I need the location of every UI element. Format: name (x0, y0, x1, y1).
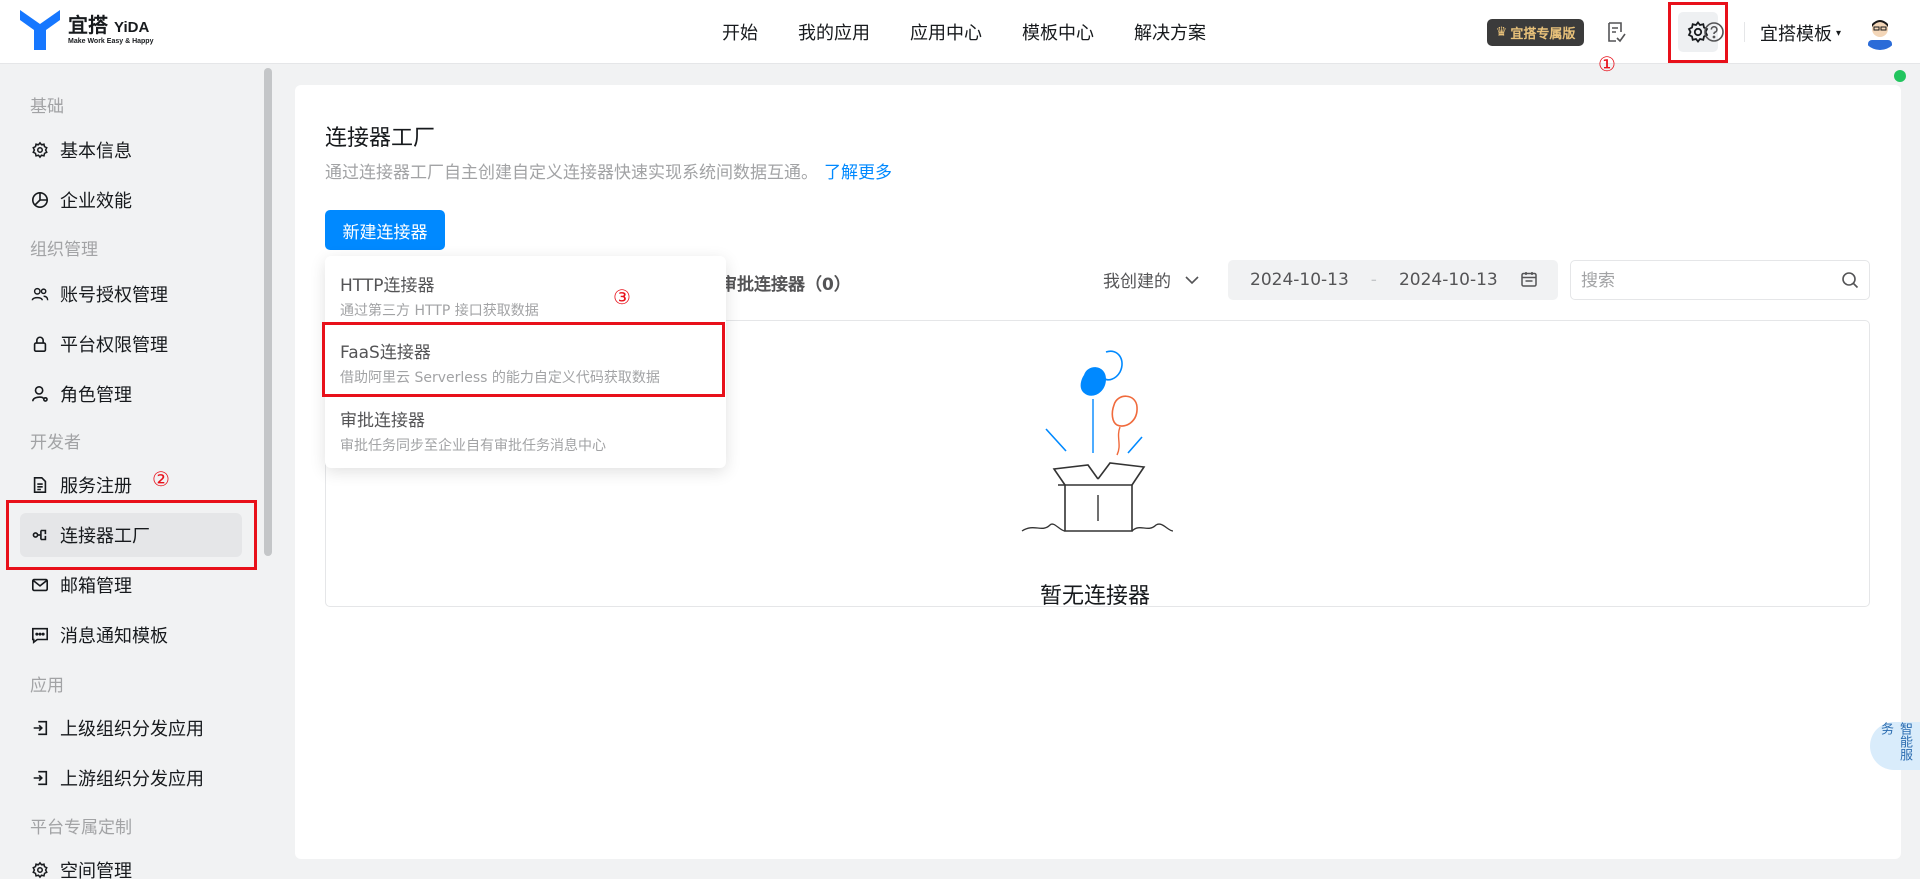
date-end[interactable]: 2024-10-13 (1399, 270, 1498, 290)
empty-state-text: 暂无连接器 (1040, 584, 1151, 609)
sidebar-group-apps: 应用 (30, 676, 64, 696)
sidebar-item-mailbox[interactable]: 邮箱管理 (20, 563, 242, 607)
logo-title-en: YiDA (114, 19, 150, 36)
annotation-3: ③ (613, 285, 631, 309)
dropdown-item-approval[interactable]: 审批连接器 审批任务同步至企业自有审批任务消息中心 (340, 406, 710, 455)
logo-title: 宜搭 (68, 13, 108, 37)
user-role-icon (30, 384, 50, 404)
page-description: 通过连接器工厂自主创建自定义连接器快速实现系统间数据互通。 了解更多 (325, 158, 892, 183)
template-menu-label: 宜搭模板 (1760, 24, 1832, 45)
enter-icon (30, 718, 50, 738)
users-icon (30, 284, 50, 304)
enter-icon (30, 768, 50, 788)
lock-icon (30, 334, 50, 354)
search-box (1570, 260, 1870, 300)
sidebar-item-account-auth[interactable]: 账号授权管理 (20, 272, 242, 316)
smart-service-button[interactable]: 智能服务 (1870, 722, 1920, 770)
top-nav: 开始 我的应用 应用中心 模板中心 解决方案 (722, 0, 1246, 64)
dropdown-item-http[interactable]: HTTP连接器 通过第三方 HTTP 接口获取数据 (340, 271, 710, 320)
sidebar-scrollbar[interactable] (264, 68, 272, 556)
sidebar-item-upstream-org-apps[interactable]: 上游组织分发应用 (20, 756, 242, 800)
sidebar-item-label: 角色管理 (60, 385, 132, 406)
sidebar-item-platform-permissions[interactable]: 平台权限管理 (20, 322, 242, 366)
sidebar-item-parent-org-apps[interactable]: 上级组织分发应用 (20, 706, 242, 750)
sidebar-item-space-management[interactable]: 空间管理 (20, 848, 242, 879)
gear-icon (30, 140, 50, 160)
sidebar-item-label: 消息通知模板 (60, 626, 168, 647)
mail-icon (30, 575, 50, 595)
sidebar-item-label: 上级组织分发应用 (60, 719, 204, 740)
sidebar-item-efficiency[interactable]: 企业效能 (20, 178, 242, 222)
empty-box-balloons-icon (1020, 345, 1175, 535)
sidebar-item-label: 空间管理 (60, 861, 132, 879)
logo-slogan: Make Work Easy & Happy (68, 38, 154, 45)
online-status-dot (1894, 70, 1906, 82)
template-menu[interactable]: 宜搭模板 ▾ (1760, 20, 1841, 46)
sidebar-group-org: 组织管理 (30, 240, 98, 260)
sidebar-group-basic: 基础 (30, 97, 64, 117)
sidebar-item-label: 服务注册 (60, 476, 132, 497)
chevron-down-icon (1185, 275, 1199, 284)
yida-logo[interactable]: 宜搭 YiDA Make Work Easy & Happy (20, 10, 153, 50)
exclusive-edition-badge[interactable]: ♛ 宜搭专属版 (1487, 19, 1584, 46)
exclusive-badge-label: 宜搭专属版 (1510, 27, 1576, 42)
tab-approval-connectors[interactable]: 审批连接器（0） (720, 270, 851, 295)
page-title: 连接器工厂 (325, 126, 436, 151)
document-icon (30, 475, 50, 495)
sidebar-item-label: 平台权限管理 (60, 335, 168, 356)
dropdown-item-desc: 审批任务同步至企业自有审批任务消息中心 (340, 438, 606, 454)
sidebar-item-label: 账号授权管理 (60, 285, 168, 306)
new-connector-button[interactable]: 新建连接器 (325, 210, 445, 250)
crown-icon: ♛ (1495, 25, 1508, 40)
message-icon (30, 625, 50, 645)
top-header: 宜搭 YiDA Make Work Easy & Happy 开始 我的应用 应用… (0, 0, 1920, 64)
sidebar-item-label: 基本信息 (60, 141, 132, 162)
avatar[interactable] (1862, 14, 1898, 50)
sidebar-item-basic-info[interactable]: 基本信息 (20, 128, 242, 172)
sidebar-item-message-template[interactable]: 消息通知模板 (20, 613, 242, 657)
annotation-2: ② (152, 467, 170, 491)
todo-icon[interactable] (1602, 18, 1630, 46)
nav-template-center[interactable]: 模板中心 (1022, 19, 1094, 45)
calendar-icon (1520, 270, 1538, 293)
search-icon[interactable] (1841, 271, 1859, 293)
date-range-picker[interactable]: 2024-10-13 - 2024-10-13 (1228, 260, 1558, 300)
creator-filter-label: 我创建的 (1103, 272, 1171, 292)
yida-logo-icon (20, 10, 60, 50)
sidebar-group-platform-custom: 平台专属定制 (30, 818, 132, 838)
caret-down-icon: ▾ (1836, 27, 1842, 39)
learn-more-link[interactable]: 了解更多 (824, 163, 892, 183)
dropdown-item-title: 审批连接器 (340, 411, 425, 431)
nav-solutions[interactable]: 解决方案 (1134, 19, 1206, 45)
gear-icon (30, 860, 50, 879)
search-input[interactable] (1581, 269, 1821, 293)
dropdown-item-title: HTTP连接器 (340, 276, 435, 296)
dropdown-item-desc: 通过第三方 HTTP 接口获取数据 (340, 303, 539, 319)
nav-my-apps[interactable]: 我的应用 (798, 19, 870, 45)
pie-chart-icon (30, 190, 50, 210)
nav-start[interactable]: 开始 (722, 19, 758, 45)
date-separator: - (1370, 270, 1377, 290)
sidebar-item-label: 上游组织分发应用 (60, 769, 204, 790)
date-start[interactable]: 2024-10-13 (1250, 270, 1349, 290)
page-description-text: 通过连接器工厂自主创建自定义连接器快速实现系统间数据互通。 (325, 163, 818, 183)
sidebar-item-roles[interactable]: 角色管理 (20, 372, 242, 416)
annotation-1: ① (1598, 52, 1616, 76)
sidebar-group-developer: 开发者 (30, 433, 81, 453)
annotation-box-connector-factory (6, 500, 257, 570)
nav-app-center[interactable]: 应用中心 (910, 19, 982, 45)
annotation-box-settings (1668, 2, 1728, 63)
sidebar-item-label: 邮箱管理 (60, 576, 132, 597)
annotation-box-faas (322, 322, 725, 397)
header-divider (1744, 22, 1745, 42)
creator-filter[interactable]: 我创建的 (1103, 267, 1201, 292)
sidebar-item-label: 企业效能 (60, 191, 132, 212)
